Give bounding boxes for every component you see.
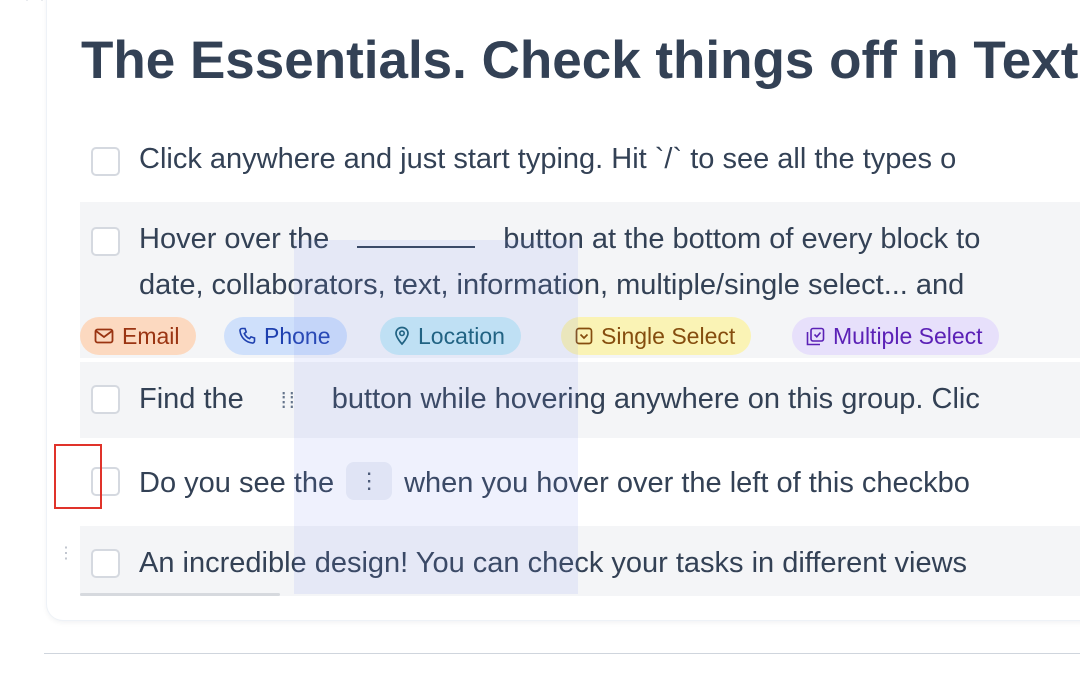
multiple-select-chip-label: Multiple Select xyxy=(833,322,983,349)
task-checkbox[interactable] xyxy=(91,227,120,256)
kebab-menu-icon[interactable]: ⋮ xyxy=(346,462,393,500)
task-text-before: Do you see the xyxy=(139,466,335,499)
single-select-chip-label: Single Select xyxy=(601,322,736,349)
task-checkbox[interactable] xyxy=(91,467,120,496)
task-row: Do you see the ⋮ when you hover over the l… xyxy=(80,440,1080,524)
task-text-after: when you hover over the left of this che… xyxy=(404,466,970,499)
task-checkbox[interactable] xyxy=(91,549,120,578)
task-row: Click anywhere and just start typing. Hi… xyxy=(80,122,1080,200)
phone-chip-label: Phone xyxy=(264,322,331,349)
horizontal-scrollbar[interactable] xyxy=(80,593,280,596)
task-text[interactable]: Click anywhere and just start typing. Hi… xyxy=(139,143,956,176)
multiple-select-icon xyxy=(806,327,825,345)
drag-grip-icon[interactable]: ⁞⁞ xyxy=(264,388,314,414)
row-drag-handle-icon[interactable]: ⋮ xyxy=(58,546,74,562)
task-text-after: button while hovering anywhere on this g… xyxy=(331,383,980,415)
single-select-chip[interactable]: Single Select xyxy=(561,317,752,355)
task-text-before: Hover over the xyxy=(139,223,330,255)
page-title[interactable]: The Essentials. Check things off in Text xyxy=(81,30,1078,91)
task-row: Find the ⁞⁞ button while hovering anywhere… xyxy=(80,362,1080,438)
multiple-select-chip[interactable]: Multiple Select xyxy=(792,317,999,355)
task-text[interactable]: Find the ⁞⁞ button while hovering anywhere… xyxy=(139,383,980,416)
task-checkbox[interactable] xyxy=(91,385,120,414)
location-chip-label: Location xyxy=(418,322,505,349)
task-text-line2[interactable]: date, collaborators, text, information, … xyxy=(139,269,964,302)
task-text[interactable]: Hover over the button at the bottom of ev… xyxy=(139,223,980,256)
task-text[interactable]: Do you see the ⋮ when you hover over the l… xyxy=(139,462,970,503)
task-text-before: Find the xyxy=(139,383,244,415)
block-grip-icon[interactable]: ⋮⋮ xyxy=(20,0,50,3)
envelope-icon xyxy=(94,328,114,344)
email-chip-label: Email xyxy=(122,322,180,349)
divider xyxy=(44,653,1080,654)
task-checkbox[interactable] xyxy=(91,147,120,176)
phone-icon xyxy=(239,327,256,344)
task-text[interactable]: An incredible design! You can check your… xyxy=(139,547,967,580)
single-select-icon xyxy=(575,327,593,345)
email-chip[interactable]: Email xyxy=(80,317,196,355)
task-text-after: button at the bottom of every block to xyxy=(503,223,981,255)
location-chip[interactable]: Location xyxy=(380,317,521,355)
location-pin-icon xyxy=(395,326,409,346)
phone-chip[interactable]: Phone xyxy=(224,317,347,355)
task-row: An incredible design! You can check your… xyxy=(80,526,1080,596)
add-field-button[interactable] xyxy=(357,232,476,248)
